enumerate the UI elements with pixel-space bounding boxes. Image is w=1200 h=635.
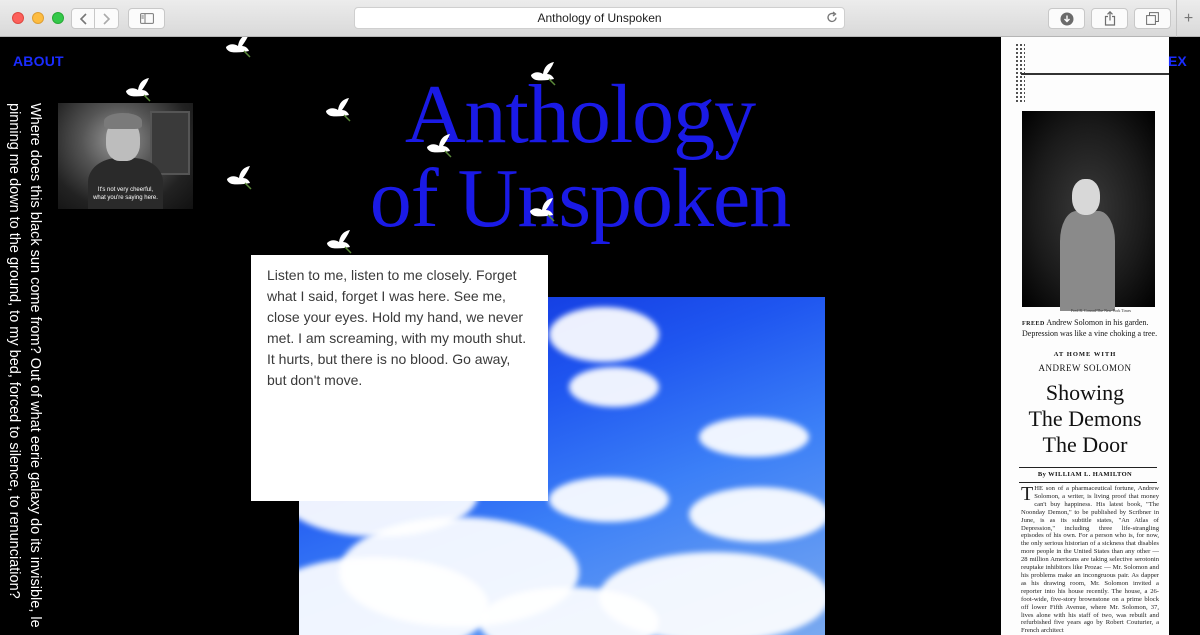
- clipping-photo-credit: Fred R. Conrad/The New York Times: [1071, 308, 1132, 313]
- back-button[interactable]: [71, 8, 95, 29]
- zoom-window-button[interactable]: [52, 12, 64, 24]
- show-tabs-button[interactable]: [1134, 8, 1171, 29]
- back-icon: [79, 12, 87, 25]
- clipping-photo-jacket: [1060, 211, 1115, 311]
- nav-index-link[interactable]: EX: [1168, 53, 1187, 69]
- clipping-headline-line1: Showing: [1045, 380, 1125, 405]
- clipping-byline: By WILLIAM L. HAMILTON: [1037, 471, 1133, 478]
- new-tab-button[interactable]: +: [1176, 0, 1200, 37]
- page-title: Anthology of Unspoken: [537, 11, 662, 25]
- share-button[interactable]: [1091, 8, 1128, 29]
- reload-button[interactable]: [826, 11, 838, 27]
- dove-icon: [226, 37, 251, 58]
- cloud: [699, 417, 809, 457]
- video-subtitle-line2: what you're saying here.: [93, 195, 158, 201]
- browser-toolbar: Anthology of Unspoken +: [0, 0, 1200, 37]
- clipping-headline-line3: The Door: [1042, 432, 1128, 457]
- clipping-kicker: AT HOME WITH: [1053, 351, 1117, 358]
- dove-icon: [327, 230, 352, 254]
- nav-about-link[interactable]: ABOUT: [13, 53, 64, 69]
- site-title-line1: Anthology: [404, 68, 756, 161]
- dove-icon: [531, 62, 556, 86]
- dove-icon: [427, 134, 452, 158]
- dove-icon: [530, 198, 555, 222]
- dove-icon: [126, 78, 151, 102]
- video-subtitle: It's not very cheerful, what you're sayi…: [58, 186, 193, 202]
- download-icon: [1060, 12, 1073, 25]
- clipping-body: THE son of a pharmaceutical fortune, And…: [1021, 483, 1159, 635]
- newspaper-clipping: Fred R. Conrad/The New York Times FREED …: [1001, 37, 1169, 635]
- clipping-photo-face: [1072, 179, 1100, 215]
- cloud: [569, 367, 659, 407]
- clipping-caption: FREED Andrew Solomon in his garden. Depr…: [1022, 318, 1162, 339]
- tabs-icon: [1146, 12, 1159, 25]
- close-window-button[interactable]: [12, 12, 24, 24]
- clipping-subject: ANDREW SOLOMON: [1038, 363, 1132, 373]
- cloud: [549, 307, 659, 362]
- sidebar-icon: [139, 13, 154, 24]
- side-quote: Where does this black sun come from? Out…: [6, 103, 43, 628]
- forward-icon: [102, 12, 110, 25]
- address-bar[interactable]: Anthology of Unspoken: [354, 7, 845, 29]
- dove-icon: [326, 98, 351, 122]
- share-icon: [1104, 11, 1115, 26]
- clipping-divider: [1019, 482, 1157, 483]
- forward-button[interactable]: [95, 8, 119, 29]
- sidebar-button[interactable]: [128, 8, 165, 29]
- site-title-line2: of Unspoken: [369, 152, 792, 245]
- clipping-photo: [1022, 111, 1155, 311]
- clipping-headline-line2: The Demons: [1028, 406, 1142, 431]
- video-subtitle-line1: It's not very cheerful,: [97, 187, 154, 193]
- video-person-hair: [104, 113, 142, 129]
- site-title: Anthology of Unspoken: [300, 73, 860, 241]
- cloud: [549, 477, 669, 522]
- dove-icon: [227, 166, 252, 190]
- text-card: Listen to me, listen to me closely. Forg…: [251, 255, 548, 501]
- minimize-window-button[interactable]: [32, 12, 44, 24]
- reload-icon: [827, 11, 837, 23]
- video-background-window: [150, 111, 190, 175]
- clipping-headline: Showing The Demons The Door: [1001, 380, 1169, 458]
- clipping-rule: [1021, 73, 1169, 75]
- page-content: ABOUT Where does this black sun come fro…: [0, 37, 1200, 635]
- clipping-divider: [1019, 467, 1157, 468]
- downloads-button[interactable]: [1048, 8, 1085, 29]
- plus-icon: +: [1183, 9, 1194, 27]
- video-thumbnail[interactable]: It's not very cheerful, what you're sayi…: [58, 103, 193, 209]
- cloud: [689, 487, 825, 542]
- clipping-caption-label: FREED: [1022, 321, 1045, 327]
